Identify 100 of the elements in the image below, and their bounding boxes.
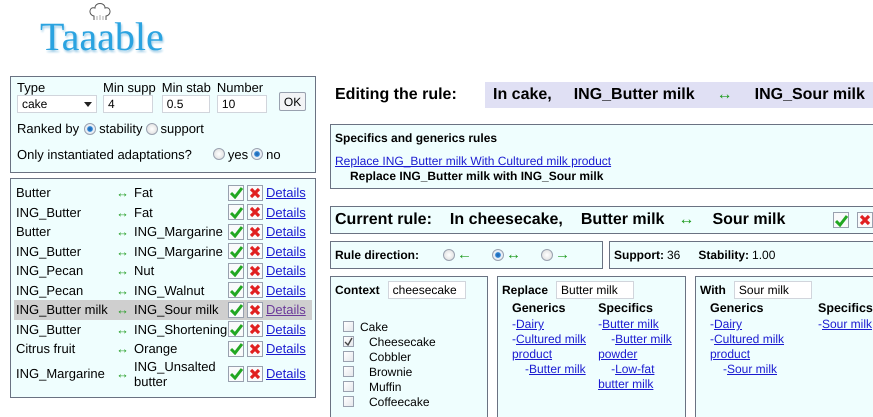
rule-target: Fat [134, 204, 154, 220]
rule-row[interactable]: ING_Butter ↔ ING_Margarine Details [14, 242, 312, 261]
reject-icon[interactable] [247, 282, 263, 298]
rule-target: Sour milk [712, 210, 786, 230]
rule-row[interactable]: ING_Pecan ↔ Nut Details [14, 261, 312, 280]
current-rule-text: Replace ING_Butter milk with ING_Sour milk [349, 169, 604, 184]
panel-label: Replace [502, 282, 548, 299]
rule-source: ING_Butter milk [574, 85, 695, 105]
rule-context: In cake, [493, 85, 552, 105]
rule-source: ING_Butter [16, 320, 82, 339]
rule-target: ING_Sour milk [134, 302, 220, 318]
accept-icon[interactable] [228, 184, 244, 201]
column-title: Generics [710, 301, 765, 316]
accept-icon[interactable] [228, 224, 244, 240]
ingredient-link[interactable]: -Sour milk [710, 362, 806, 377]
ok-button[interactable]: OK [278, 92, 306, 111]
radio-label: stability [99, 120, 143, 138]
stability-value: 1.00 [752, 247, 776, 264]
min-supp-field[interactable]: 4 [103, 95, 153, 113]
bidirectional-arrow: ↔ [116, 223, 130, 241]
radio-button[interactable] [212, 148, 225, 160]
rule-row[interactable]: ING_Pecan ↔ ING_Walnut Details [14, 280, 312, 300]
checkbox-label: Muffin [369, 378, 402, 396]
accept-icon[interactable] [833, 212, 850, 228]
reject-icon[interactable] [247, 224, 263, 240]
direction-arrow: → [555, 244, 570, 265]
rule-source: Citrus fruit [16, 340, 76, 358]
rule-source: ING_Butter milk [16, 301, 109, 319]
reject-icon[interactable] [247, 243, 263, 260]
reject-icon[interactable] [247, 262, 263, 279]
accept-icon[interactable] [228, 204, 244, 220]
details-link[interactable]: Details [266, 280, 306, 300]
checkbox[interactable] [343, 351, 354, 362]
field-label: Number [216, 81, 264, 95]
reject-icon[interactable] [247, 321, 263, 338]
accept-icon[interactable] [228, 321, 244, 338]
details-link[interactable]: Details [266, 242, 306, 261]
radio-button[interactable] [84, 122, 96, 135]
radio-label: support [160, 120, 204, 138]
rule-link[interactable]: Replace ING_Butter milk With Cultured milk product [335, 154, 612, 169]
min-stab-field[interactable]: 0.5 [162, 95, 210, 113]
rule-target: ING_Walnut [134, 282, 206, 298]
accept-icon[interactable] [228, 340, 244, 357]
option-label: Ranked by [17, 120, 80, 138]
rule-row[interactable]: Citrus fruit ↔ Orange Details [14, 339, 312, 358]
radio-button[interactable] [146, 122, 158, 135]
details-link[interactable]: Details [266, 300, 306, 320]
rule-source: ING_Margarine [16, 364, 106, 383]
checkbox[interactable] [343, 366, 354, 377]
accept-icon[interactable] [228, 282, 244, 298]
details-link[interactable]: Details [266, 364, 306, 384]
reject-icon[interactable] [857, 212, 873, 228]
reject-icon[interactable] [247, 184, 263, 201]
ingredient-link[interactable]: -Cultured milk product [710, 332, 806, 362]
details-link[interactable]: Details [266, 320, 306, 339]
ingredient-link[interactable]: -Cultured milk product [512, 332, 586, 362]
rule-row[interactable]: Butter ↔ Fat Details [14, 183, 312, 202]
radio-button[interactable] [443, 249, 456, 261]
checkbox[interactable] [343, 381, 354, 392]
ingredient-link[interactable]: -Dairy [710, 317, 806, 332]
stability-label: Stability: [698, 247, 750, 264]
ingredient-link[interactable]: -Butter milk powder [598, 332, 681, 362]
accept-icon[interactable] [228, 262, 244, 279]
accept-icon[interactable] [228, 302, 244, 318]
checkbox[interactable] [343, 321, 354, 332]
rule-row[interactable]: ING_Butter ↔ Fat Details [14, 202, 312, 222]
type-dropdown[interactable]: cake [17, 95, 97, 113]
ingredient-link[interactable]: -Low-fat butter milk [598, 362, 681, 392]
ingredient-link[interactable]: -Sour milk [818, 317, 873, 332]
number-field[interactable]: 10 [216, 95, 267, 113]
replace-field[interactable]: Butter milk [556, 281, 634, 299]
rule-target: Orange [134, 341, 178, 356]
rule-row[interactable]: ING_Butter ↔ ING_Shortening Details [14, 320, 312, 339]
details-link[interactable]: Details [266, 339, 306, 358]
reject-icon[interactable] [247, 340, 263, 357]
ingredient-link[interactable]: -Dairy [512, 317, 586, 332]
details-link[interactable]: Details [266, 222, 306, 242]
details-link[interactable]: Details [266, 202, 306, 222]
panel-label: With [700, 282, 726, 299]
ingredient-link[interactable]: -Butter milk [598, 317, 681, 332]
checkbox[interactable] [343, 396, 354, 407]
checkbox[interactable] [343, 336, 354, 347]
rule-row[interactable]: Butter ↔ ING_Margarine Details [14, 222, 312, 242]
radio-button[interactable] [251, 148, 264, 160]
chef-hat-icon [88, 2, 112, 20]
details-link[interactable]: Details [266, 183, 306, 202]
context-field[interactable]: cheesecake [388, 281, 466, 299]
bidirectional-arrow: ↔ [716, 85, 733, 105]
details-link[interactable]: Details [266, 261, 306, 280]
reject-icon[interactable] [247, 366, 263, 382]
radio-button[interactable] [492, 249, 504, 261]
bidirectional-arrow: ↔ [678, 210, 694, 230]
accept-icon[interactable] [228, 366, 244, 382]
ingredient-link[interactable]: -Butter milk [512, 362, 586, 377]
reject-icon[interactable] [247, 204, 263, 220]
accept-icon[interactable] [228, 243, 244, 260]
radio-button[interactable] [541, 249, 554, 261]
reject-icon[interactable] [247, 302, 263, 318]
with-field[interactable]: Sour milk [734, 281, 812, 299]
rule-row[interactable]: ING_Butter milk ↔ ING_Sour milk Details [14, 300, 312, 320]
